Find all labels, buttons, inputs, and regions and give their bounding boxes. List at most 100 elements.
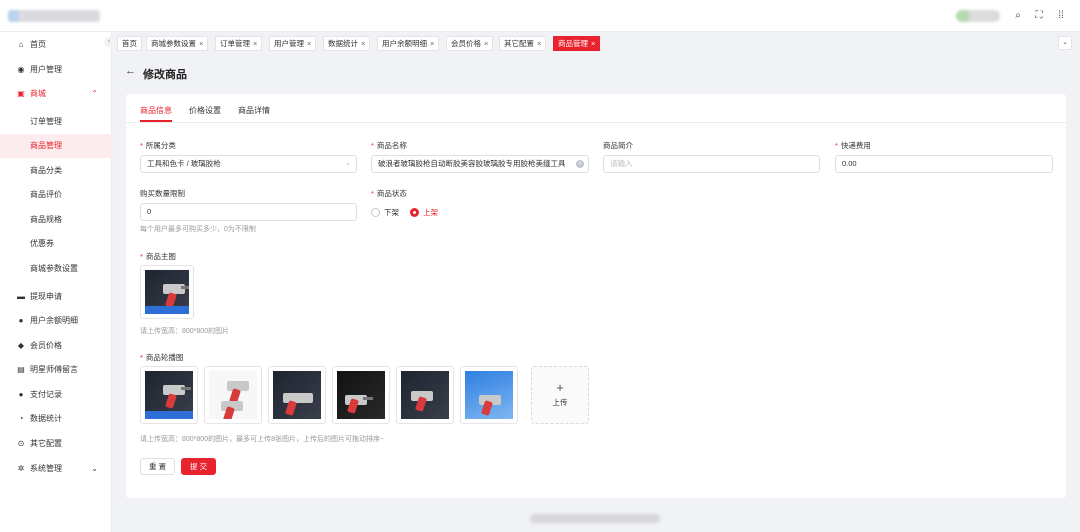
sidebar-item-label: 商品管理 [30,141,62,150]
carousel-image-1[interactable] [140,366,198,424]
close-icon[interactable]: × [484,39,488,48]
tab-member-price[interactable]: 会员价格 × [446,36,494,51]
close-icon[interactable]: × [537,39,541,48]
sidebar-item-system[interactable]: ✲ 系统管理 ⌄ [0,457,112,481]
product-image [145,270,189,314]
grid-icon[interactable]: ⁞⁞ [1054,9,1068,23]
main-image-thumbnail[interactable] [140,265,194,319]
status-on-radio[interactable]: 上架 [410,207,438,218]
gear-icon: ✲ [17,464,25,473]
sidebar-item-label: 商城 [30,89,46,98]
tab-label: 商品管理 [558,39,588,48]
footer-copyright [530,514,660,523]
upload-label: 上传 [552,398,568,407]
sidebar-item-label: 商品分类 [30,166,62,175]
close-icon[interactable]: × [430,39,434,48]
carousel-label: * 商品轮播图 [140,353,184,362]
user-avatar[interactable] [956,10,1000,22]
tab-product-details[interactable]: 商品详情 [238,105,270,116]
sidebar-item-products[interactable]: 商品管理 [0,134,112,158]
sidebar-item-label: 商城参数设置 [30,264,78,273]
chevron-down-icon: ⌄ [345,160,351,167]
product-image [465,371,513,419]
tab-home[interactable]: 首页 [117,36,142,51]
tabs-more-button[interactable]: ⌄ [1058,36,1072,50]
reset-button[interactable]: 重 置 [140,458,176,475]
tab-price-settings[interactable]: 价格设置 [189,105,221,116]
back-arrow-icon[interactable]: ← [125,65,136,77]
sidebar-item-member-price[interactable]: ◆ 会员价格 [0,334,112,358]
close-icon[interactable]: × [199,39,203,48]
tab-other-config[interactable]: 其它配置 × [499,36,547,51]
sidebar-item-user-management[interactable]: ◉ 用户管理 [0,58,112,82]
main-image-label: * 商品主图 [140,252,176,261]
sidebar-item-withdraw[interactable]: ▬ 提现申请 [0,285,112,309]
tab-statistics[interactable]: 数据统计 × [323,36,371,51]
search-icon[interactable]: ⌕ [1011,9,1025,23]
chevron-up-icon: ⌃ [91,89,98,98]
close-icon[interactable]: × [307,39,311,48]
user-icon: ◉ [17,65,25,74]
tab-label: 其它配置 [504,39,534,48]
status-off-radio[interactable]: 下架 [371,207,399,218]
carousel-image-4[interactable] [332,366,390,424]
sidebar-item-reviews[interactable]: 商品评价 [0,183,112,207]
pay-icon: ● [18,390,24,399]
tab-balance[interactable]: 用户余额明细 × [377,36,440,51]
collapse-sidebar-button[interactable]: ‹ [104,37,114,47]
radio-checked-icon [410,208,419,217]
close-icon[interactable]: × [253,39,257,48]
brand-logo [8,10,100,22]
tab-users[interactable]: 用户管理 × [269,36,317,51]
chart-icon: ◔ [18,414,24,423]
sidebar-item-other-config[interactable]: ⊙ 其它配置 [0,432,112,456]
sidebar-item-orders[interactable]: 订单管理 [0,110,112,134]
carousel-image-3[interactable] [268,366,326,424]
tab-product-info[interactable]: 商品信息 [140,105,172,116]
wallet-icon: ▬ [17,292,25,301]
carousel-image-6[interactable] [460,366,518,424]
sidebar-item-messages[interactable]: ▤ 明星师傅留言 [0,358,112,382]
sidebar-item-label: 其它配置 [30,439,62,448]
sidebar-item-label: 用户管理 [30,65,62,74]
close-icon[interactable]: × [591,39,595,48]
product-image [401,371,449,419]
balance-icon: ● [18,316,24,325]
tab-products[interactable]: 商品管理 × [553,36,601,51]
tab-label: 用户管理 [274,39,304,48]
sidebar-item-label: 商品规格 [30,215,62,224]
carousel-image-2[interactable] [204,366,262,424]
home-icon: ⌂ [18,40,24,49]
carousel-image-5[interactable] [396,366,454,424]
close-icon[interactable]: × [361,39,365,48]
sidebar-item-coupons[interactable]: 优惠券 [0,232,112,256]
purchase-limit-input[interactable]: 0 [140,203,357,221]
intro-input[interactable]: 请输入 [603,155,820,173]
tab-shop-settings[interactable]: 商城参数设置 × [146,36,209,51]
product-name-input[interactable]: 破浪者玻璃胶枪自动断胶美容胶玻璃胶专用胶枪美缝工具 × [371,155,589,173]
message-icon: ▤ [17,365,25,374]
clear-icon[interactable]: × [576,160,584,168]
sidebar-item-label: 订单管理 [30,117,62,126]
upload-button[interactable]: + 上传 [531,366,589,424]
sidebar-item-label: 商品评价 [30,190,62,199]
sidebar-item-shop-settings[interactable]: 商城参数设置 [0,257,112,281]
sidebar-item-label: 首页 [30,40,46,49]
sidebar-item-shop[interactable]: ▣ 商城 ⌃ [0,82,112,106]
sidebar-item-categories[interactable]: 商品分类 [0,159,112,183]
purchase-limit-hint: 每个用户最多可购买多少，0为不限制 [140,226,256,233]
sidebar-item-specs[interactable]: 商品规格 [0,208,112,232]
sidebar-item-home[interactable]: ⌂ 首页 [0,33,112,57]
fullscreen-icon[interactable]: ⛶ [1032,9,1046,23]
category-select[interactable]: 工具和色卡 / 玻璃胶枪 ⌄ [140,155,357,173]
shop-icon: ▣ [17,89,25,98]
sidebar-item-balance[interactable]: ● 用户余额明细 [0,309,112,333]
sidebar-item-statistics[interactable]: ◔ 数据统计 [0,407,112,431]
submit-button[interactable]: 提 交 [181,458,217,475]
sidebar-item-payments[interactable]: ● 支付记录 [0,383,112,407]
shipping-input[interactable]: 0.00 [835,155,1053,173]
sidebar-item-label: 提现申请 [30,292,62,301]
tab-orders[interactable]: 订单管理 × [215,36,263,51]
plus-icon: + [556,380,564,395]
carousel-hint: 请上传宽高：800*800的图片，最多可上传8张图片，上传后的图片可拖动排序~ [140,436,385,443]
